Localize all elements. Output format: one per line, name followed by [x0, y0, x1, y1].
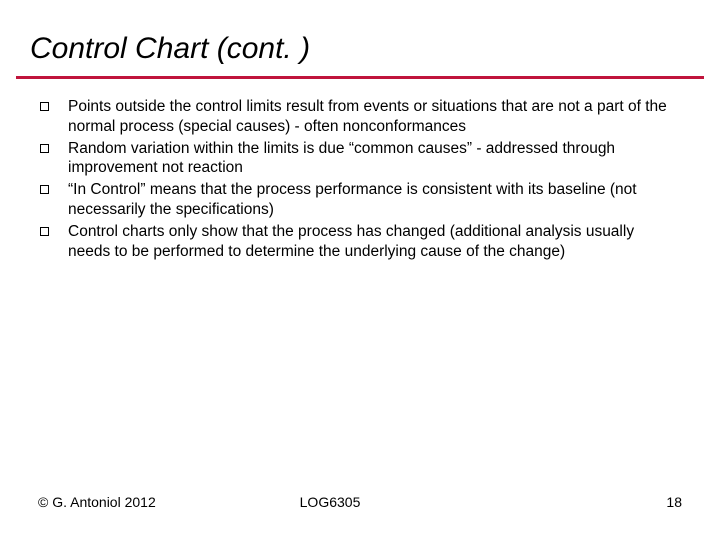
- bullet-text: Random variation within the limits is du…: [68, 139, 680, 179]
- square-bullet-icon: [40, 227, 50, 237]
- footer-page-number: 18: [666, 494, 682, 510]
- square-bullet-icon: [40, 144, 50, 154]
- list-item: Control charts only show that the proces…: [40, 222, 680, 262]
- footer-copyright: © G. Antoniol 2012: [38, 494, 156, 510]
- bullet-text: Points outside the control limits result…: [68, 97, 680, 137]
- list-item: “In Control” means that the process perf…: [40, 180, 680, 220]
- square-bullet-icon: [40, 185, 50, 195]
- slide-title: Control Chart (cont. ): [30, 32, 690, 66]
- square-bullet-icon: [40, 102, 50, 112]
- list-item: Random variation within the limits is du…: [40, 139, 680, 179]
- content-area: Points outside the control limits result…: [0, 79, 720, 262]
- bullet-text: Control charts only show that the proces…: [68, 222, 680, 262]
- slide: Control Chart (cont. ) Points outside th…: [0, 0, 720, 540]
- bullet-text: “In Control” means that the process perf…: [68, 180, 680, 220]
- title-area: Control Chart (cont. ): [0, 0, 720, 70]
- list-item: Points outside the control limits result…: [40, 97, 680, 137]
- footer: © G. Antoniol 2012 LOG6305 18: [0, 494, 720, 510]
- bullet-list: Points outside the control limits result…: [40, 97, 680, 262]
